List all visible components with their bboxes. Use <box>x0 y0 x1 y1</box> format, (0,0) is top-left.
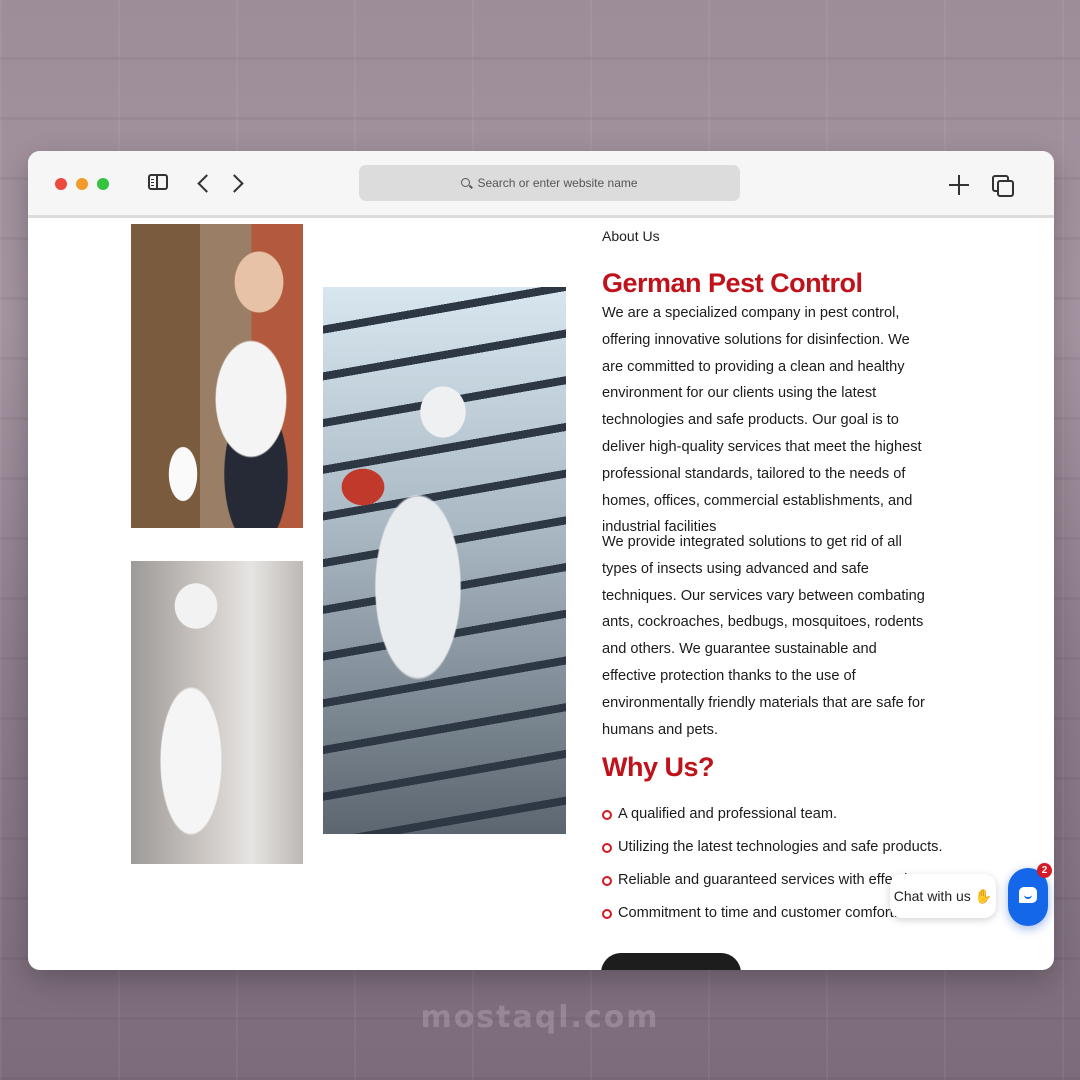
list-item: A qualified and professional team. <box>602 806 962 839</box>
dark-cta-button[interactable] <box>601 953 741 970</box>
bullet-icon <box>602 876 612 886</box>
why-us-title: Why Us? <box>602 752 715 782</box>
sidebar-icon[interactable] <box>148 174 168 190</box>
browser-window: Search or enter website name About Us Ge… <box>28 151 1054 970</box>
about-label: About Us <box>602 228 660 244</box>
list-item-text: Commitment to time and customer comfort. <box>618 905 898 921</box>
chat-icon <box>1019 887 1037 903</box>
bullet-icon <box>602 810 612 820</box>
forward-icon[interactable] <box>225 174 244 193</box>
list-item-text: Utilizing the latest technologies and sa… <box>618 839 943 855</box>
plus-icon[interactable] <box>949 175 969 195</box>
photo-technician-bathroom <box>131 561 303 864</box>
tabs-icon[interactable] <box>992 175 1014 197</box>
back-icon[interactable] <box>197 174 216 193</box>
list-item-text: A qualified and professional team. <box>618 806 838 822</box>
close-window-button[interactable] <box>55 178 67 190</box>
bullet-icon <box>602 909 612 919</box>
page-content: About Us German Pest Control We are a sp… <box>28 218 1054 970</box>
chat-with-us-pill[interactable]: Chat with us ✋ <box>890 874 996 918</box>
maximize-window-button[interactable] <box>97 178 109 190</box>
list-item: Utilizing the latest technologies and sa… <box>602 839 962 872</box>
about-paragraph-1: We are a specialized company in pest con… <box>602 305 922 536</box>
chat-label: Chat with us <box>893 888 971 904</box>
search-icon <box>461 177 471 187</box>
photo-technician-kitchen <box>131 224 303 528</box>
address-bar[interactable]: Search or enter website name <box>359 165 740 201</box>
bullet-icon <box>602 843 612 853</box>
minimize-window-button[interactable] <box>76 178 88 190</box>
why-us-list: A qualified and professional team. Utili… <box>602 806 962 938</box>
browser-toolbar: Search or enter website name <box>28 151 1054 218</box>
address-bar-placeholder: Search or enter website name <box>477 176 638 190</box>
company-title: German Pest Control <box>602 268 863 298</box>
chat-badge: 2 <box>1037 863 1052 878</box>
about-paragraph-2: We provide integrated solutions to get r… <box>602 534 925 738</box>
list-item-text: Reliable and guaranteed services with ef… <box>618 872 923 888</box>
photo-technician-stairs <box>323 287 566 834</box>
watermark: mostaql.com <box>420 1000 660 1035</box>
wave-icon: ✋ <box>974 887 993 904</box>
